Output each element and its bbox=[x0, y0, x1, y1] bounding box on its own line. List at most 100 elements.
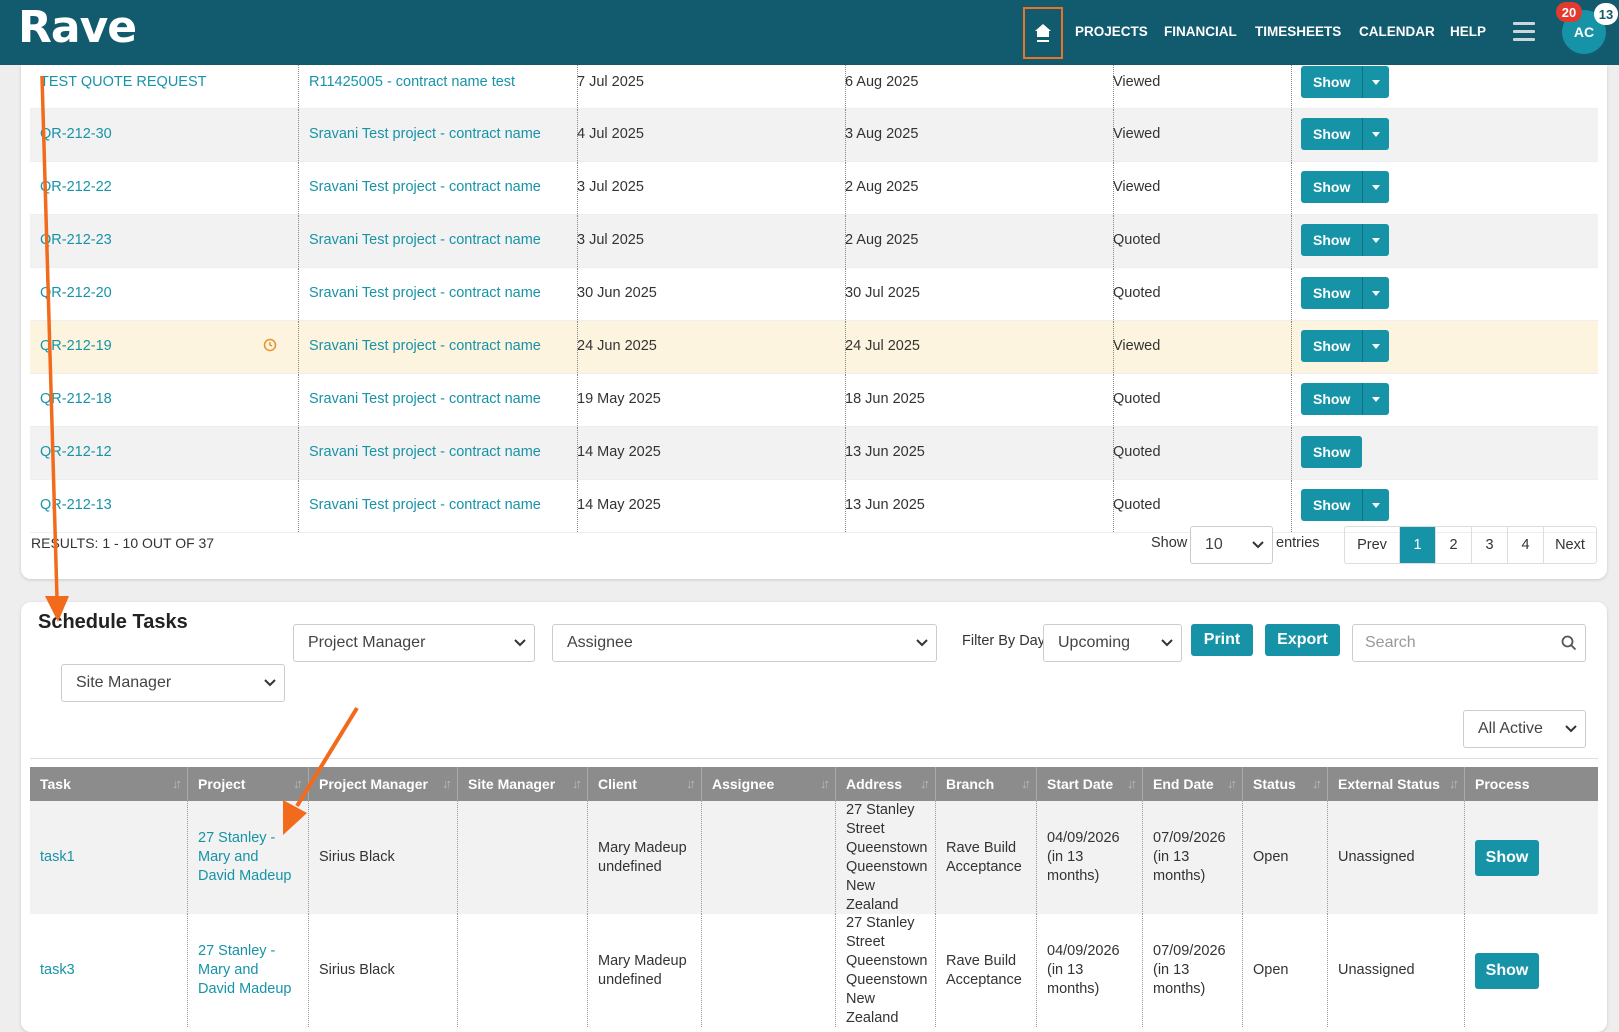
task-project[interactable]: 27 Stanley - Mary and David Madeup bbox=[187, 801, 308, 914]
site-manager-value: Site Manager bbox=[76, 674, 172, 691]
column-header[interactable]: Branch ↓↑ bbox=[935, 767, 1036, 801]
show-button[interactable]: Show bbox=[1301, 118, 1390, 150]
filter-days-select[interactable]: Upcoming bbox=[1043, 624, 1182, 662]
dropdown-caret-icon[interactable] bbox=[1362, 118, 1389, 150]
page-4[interactable]: 4 bbox=[1507, 527, 1543, 563]
show-button[interactable]: Show bbox=[1301, 489, 1390, 521]
message-badge: 13 bbox=[1594, 3, 1618, 25]
show-button[interactable]: Show bbox=[1301, 277, 1390, 309]
sort-icon[interactable]: ↓↑ bbox=[293, 767, 303, 801]
menu-icon[interactable] bbox=[1513, 22, 1535, 46]
quote-project[interactable]: Sravani Test project - contract name bbox=[309, 488, 577, 540]
column-header[interactable]: Site Manager ↓↑ bbox=[457, 767, 587, 801]
task-task[interactable]: task3 bbox=[30, 914, 187, 1027]
dropdown-caret-icon[interactable] bbox=[1362, 489, 1389, 521]
sort-icon[interactable]: ↓↑ bbox=[572, 767, 582, 801]
cell-text: Unassigned bbox=[1338, 849, 1415, 865]
nav-financial[interactable]: FINANCIAL bbox=[1164, 24, 1237, 39]
nav-calendar[interactable]: CALENDAR bbox=[1359, 24, 1435, 39]
quote-ref[interactable]: QR-212-13 bbox=[40, 488, 300, 540]
nav-projects[interactable]: PROJECTS bbox=[1075, 24, 1148, 39]
dropdown-caret-icon[interactable] bbox=[1362, 277, 1389, 309]
show-label: Show bbox=[1151, 535, 1188, 551]
cell-text: 27 Stanley Street Queenstown Queenstown … bbox=[846, 801, 928, 913]
task-start: 04/09/2026 (in 13 months) bbox=[1036, 801, 1142, 914]
task-project[interactable]: 27 Stanley - Mary and David Madeup bbox=[187, 914, 308, 1027]
sort-icon[interactable]: ↓↑ bbox=[820, 767, 830, 801]
column-header[interactable]: Start Date ↓↑ bbox=[1036, 767, 1142, 801]
quote-expiry: 13 Jun 2025 bbox=[845, 497, 925, 513]
top-navbar: Rave PROJECTS FINANCIAL TIMESHEETS CALEN… bbox=[0, 0, 1619, 65]
assignee-value: Assignee bbox=[567, 634, 633, 651]
show-button[interactable]: Show bbox=[1301, 436, 1363, 468]
show-button[interactable]: Show bbox=[1301, 330, 1390, 362]
task-branch: Rave Build Acceptance bbox=[935, 801, 1036, 914]
dropdown-caret-icon[interactable] bbox=[1362, 383, 1389, 415]
status-filter-select[interactable]: All Active bbox=[1463, 710, 1586, 748]
sort-icon[interactable]: ↓↑ bbox=[442, 767, 452, 801]
rave-logo[interactable]: Rave bbox=[18, 2, 137, 53]
column-header-label: Status bbox=[1253, 776, 1296, 792]
page-prev[interactable]: Prev bbox=[1345, 527, 1399, 563]
column-header[interactable]: Task ↓↑ bbox=[30, 767, 187, 801]
task-task[interactable]: task1 bbox=[30, 801, 187, 914]
task-end: 07/09/2026 (in 13 months) bbox=[1142, 914, 1242, 1027]
column-header[interactable]: External Status ↓↑ bbox=[1327, 767, 1464, 801]
task-end: 07/09/2026 (in 13 months) bbox=[1142, 801, 1242, 914]
show-button[interactable]: Show bbox=[1301, 224, 1390, 256]
column-header[interactable]: Assignee ↓↑ bbox=[701, 767, 835, 801]
column-header[interactable]: Process bbox=[1464, 767, 1598, 801]
page-3[interactable]: 3 bbox=[1471, 527, 1507, 563]
show-button[interactable]: Show bbox=[1301, 171, 1390, 203]
process-show-button[interactable]: Show bbox=[1475, 952, 1539, 989]
sort-icon[interactable]: ↓↑ bbox=[1021, 767, 1031, 801]
cell-text: Sirius Black bbox=[319, 962, 395, 978]
sort-icon[interactable]: ↓↑ bbox=[1227, 767, 1237, 801]
nav-help[interactable]: HELP bbox=[1450, 24, 1486, 39]
quote-row: QR-212-22 Sravani Test project - contract… bbox=[30, 162, 1598, 215]
column-header[interactable]: Project ↓↑ bbox=[187, 767, 308, 801]
column-header[interactable]: Status ↓↑ bbox=[1242, 767, 1327, 801]
chevron-down-icon bbox=[514, 639, 526, 647]
page-size-select[interactable]: 10 bbox=[1190, 526, 1273, 564]
sort-icon[interactable]: ↓↑ bbox=[686, 767, 696, 801]
site-manager-select[interactable]: Site Manager bbox=[61, 664, 285, 702]
assignee-select[interactable]: Assignee bbox=[552, 624, 937, 662]
print-button[interactable]: Print bbox=[1191, 624, 1253, 656]
show-button[interactable]: Show bbox=[1301, 66, 1390, 98]
sort-icon[interactable]: ↓↑ bbox=[1449, 767, 1459, 801]
dropdown-caret-icon[interactable] bbox=[1362, 330, 1389, 362]
project-manager-value: Project Manager bbox=[308, 634, 426, 651]
chevron-down-icon bbox=[1565, 725, 1577, 733]
search-input[interactable]: Search bbox=[1352, 624, 1586, 662]
page-2[interactable]: 2 bbox=[1435, 527, 1471, 563]
dropdown-caret-icon[interactable] bbox=[1362, 224, 1389, 256]
dropdown-caret-icon[interactable] bbox=[1362, 66, 1389, 98]
status-filter-value: All Active bbox=[1478, 720, 1543, 737]
clock-icon bbox=[263, 338, 277, 352]
cell-text: 07/09/2026 (in 13 months) bbox=[1153, 830, 1226, 884]
sort-icon[interactable]: ↓↑ bbox=[1312, 767, 1322, 801]
process-show-button[interactable]: Show bbox=[1475, 839, 1539, 876]
cell-text: task3 bbox=[40, 962, 75, 978]
search-icon[interactable] bbox=[1561, 635, 1577, 651]
sort-icon[interactable]: ↓↑ bbox=[172, 767, 182, 801]
column-header[interactable]: End Date ↓↑ bbox=[1142, 767, 1242, 801]
dropdown-caret-icon[interactable] bbox=[1362, 171, 1389, 203]
cell-text: 27 Stanley - Mary and David Madeup bbox=[198, 830, 292, 884]
column-header[interactable]: Project Manager ↓↑ bbox=[308, 767, 457, 801]
project-manager-select[interactable]: Project Manager bbox=[293, 624, 535, 662]
page-next[interactable]: Next bbox=[1543, 527, 1596, 563]
task-row: task1 27 Stanley - Mary and David Madeup S… bbox=[30, 801, 1598, 914]
sort-icon[interactable]: ↓↑ bbox=[1127, 767, 1137, 801]
column-header-label: Client bbox=[598, 776, 637, 792]
quote-row: QR-212-30 Sravani Test project - contract… bbox=[30, 109, 1598, 162]
page-1[interactable]: 1 bbox=[1399, 527, 1435, 563]
nav-timesheets[interactable]: TIMESHEETS bbox=[1255, 24, 1341, 39]
column-header[interactable]: Client ↓↑ bbox=[587, 767, 701, 801]
home-button[interactable] bbox=[1023, 7, 1063, 59]
sort-icon[interactable]: ↓↑ bbox=[920, 767, 930, 801]
show-button[interactable]: Show bbox=[1301, 383, 1390, 415]
column-header[interactable]: Address ↓↑ bbox=[835, 767, 935, 801]
export-button[interactable]: Export bbox=[1265, 624, 1340, 656]
